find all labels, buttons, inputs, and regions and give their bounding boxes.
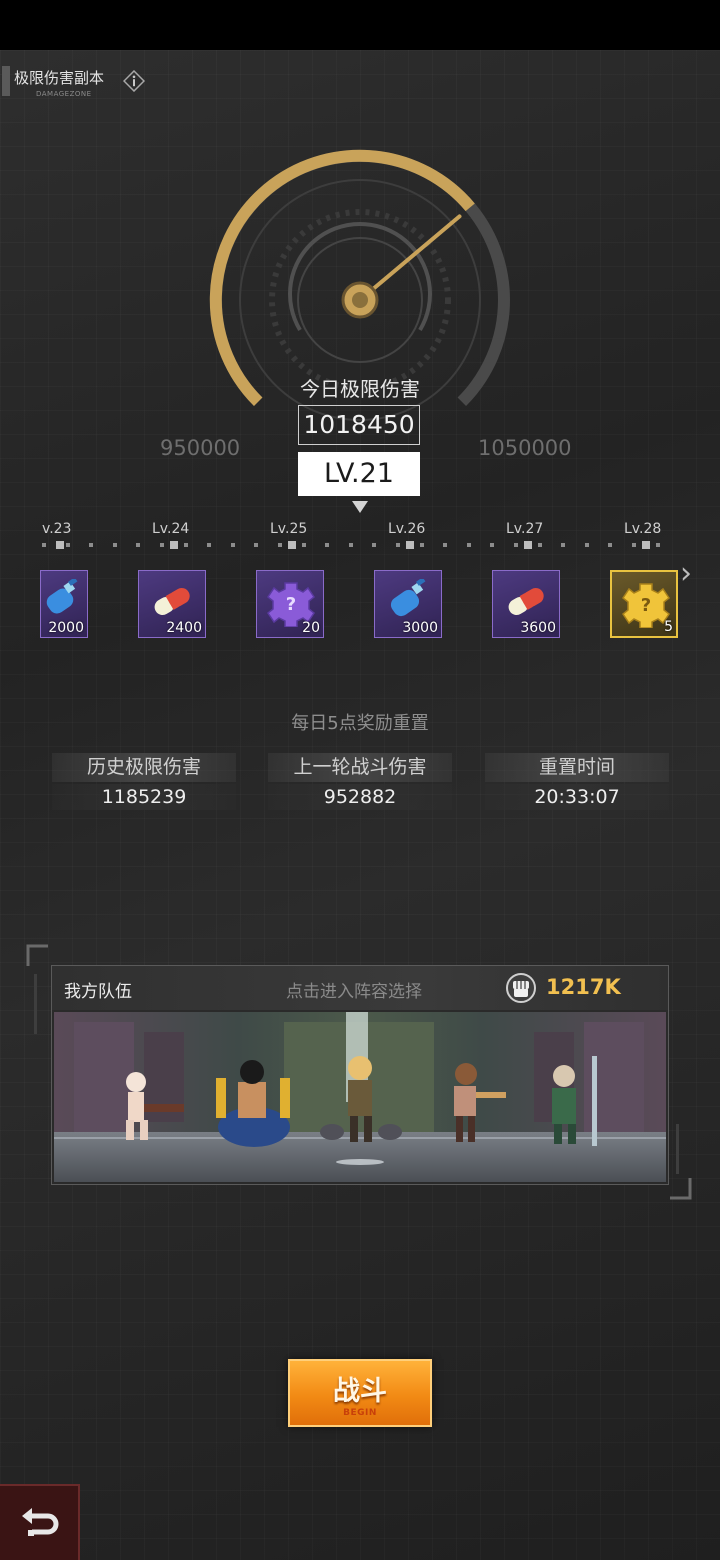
track-tick <box>561 543 566 547</box>
level-pointer-icon <box>352 501 368 513</box>
track-tick <box>89 543 94 547</box>
track-tick <box>443 543 448 547</box>
track-tick <box>207 543 212 547</box>
stat-label: 重置时间 <box>485 753 669 782</box>
team-select-hint: 点击进入阵容选择 <box>286 982 422 1002</box>
stat-label: 历史极限伤害 <box>52 753 236 782</box>
track-tick <box>254 543 259 547</box>
water-bottle-icon <box>390 579 426 617</box>
fight-button-label: 战斗 <box>333 1376 387 1407</box>
track-major-tick <box>56 541 64 549</box>
track-major-tick <box>642 541 650 549</box>
team-panel[interactable]: 我方队伍 点击进入阵容选择 1217K <box>51 965 669 1185</box>
track-level-label: Lv.26 <box>388 521 426 537</box>
track-tick <box>372 543 377 547</box>
track-tick <box>537 543 542 547</box>
stat-reset-time: 重置时间 20:33:07 <box>485 753 669 811</box>
stat-last-damage: 上一轮战斗伤害 952882 <box>268 753 452 811</box>
gauge-min-value: 950000 <box>160 436 241 460</box>
gauge-max-value: 1050000 <box>478 436 572 460</box>
reward-item[interactable]: 3000 <box>374 570 442 638</box>
track-major-tick <box>406 541 414 549</box>
reward-qty: 5 <box>664 619 673 635</box>
mystery-gear-icon: ? <box>622 583 670 628</box>
reset-note: 每日5点奖励重置 <box>291 713 429 734</box>
track-major-tick <box>170 541 178 549</box>
stat-value: 20:33:07 <box>485 784 669 810</box>
track-tick <box>65 543 70 547</box>
track-tick <box>301 543 306 547</box>
water-bottle-icon <box>46 579 78 614</box>
track-tick <box>278 543 282 547</box>
track-tick <box>419 543 424 547</box>
reward-item[interactable]: 3600 <box>492 570 560 638</box>
capsule-pill-icon <box>154 588 190 615</box>
current-level-badge: LV.21 <box>298 452 420 496</box>
reward-qty: 20 <box>302 620 320 636</box>
reward-item[interactable]: ? 20 <box>256 570 324 638</box>
back-button[interactable] <box>0 1484 80 1560</box>
track-tick <box>160 543 164 547</box>
track-tick <box>112 543 117 547</box>
track-tick <box>42 543 46 547</box>
track-tick <box>655 543 660 547</box>
track-tick <box>183 543 188 547</box>
stat-value: 952882 <box>268 784 452 810</box>
page-title: 极限伤害副本 <box>14 69 105 87</box>
today-damage-value: 1018450 <box>298 405 420 445</box>
track-tick <box>514 543 518 547</box>
reward-item[interactable]: 2000 <box>40 570 88 638</box>
track-tick <box>490 543 495 547</box>
stat-label: 上一轮战斗伤害 <box>268 753 452 782</box>
track-major-tick <box>524 541 532 549</box>
track-tick <box>136 543 141 547</box>
title-accent-bar <box>2 66 10 96</box>
fight-button[interactable]: 战斗 BEGIN <box>288 1359 432 1427</box>
svg-text:?: ? <box>641 595 651 616</box>
fist-icon <box>506 973 536 1003</box>
track-level-label: Lv.27 <box>506 521 544 537</box>
team-lineup-scene <box>54 1012 666 1182</box>
track-level-label: Lv.28 <box>624 521 662 537</box>
track-major-tick <box>288 541 296 549</box>
capsule-pill-icon <box>508 588 544 615</box>
track-level-label: v.23 <box>42 521 72 537</box>
status-bar <box>0 0 720 50</box>
stat-value: 1185239 <box>52 784 236 810</box>
reward-item[interactable]: ? 5 <box>610 570 678 638</box>
info-icon[interactable] <box>123 70 145 92</box>
track-tick <box>584 543 589 547</box>
track-tick <box>396 543 400 547</box>
reward-qty: 2000 <box>48 620 84 636</box>
reward-qty: 3600 <box>520 620 556 636</box>
today-damage-label: 今日极限伤害 <box>300 377 420 401</box>
team-title: 我方队伍 <box>64 982 132 1002</box>
track-tick <box>230 543 235 547</box>
reward-item[interactable]: 2400 <box>138 570 206 638</box>
track-tick <box>632 543 636 547</box>
team-power-value: 1217K <box>546 975 621 999</box>
gauge-needle <box>358 214 462 302</box>
track-tick <box>348 543 353 547</box>
track-level-label: Lv.25 <box>270 521 308 537</box>
svg-text:?: ? <box>286 594 296 615</box>
gauge-progress-arc <box>209 149 475 407</box>
track-level-label: Lv.24 <box>152 521 190 537</box>
fight-button-sublabel: BEGIN <box>343 1408 377 1418</box>
stat-best-damage: 历史极限伤害 1185239 <box>52 753 236 811</box>
reward-qty: 3000 <box>402 620 438 636</box>
return-arrow-icon <box>22 1508 59 1536</box>
reward-qty: 2400 <box>166 620 202 636</box>
page-subtitle: DAMAGEZONE <box>36 90 92 98</box>
track-tick <box>466 543 471 547</box>
track-tick <box>608 543 613 547</box>
level-track <box>42 540 682 550</box>
team-header: 我方队伍 点击进入阵容选择 1217K <box>52 966 668 1010</box>
track-tick <box>325 543 330 547</box>
